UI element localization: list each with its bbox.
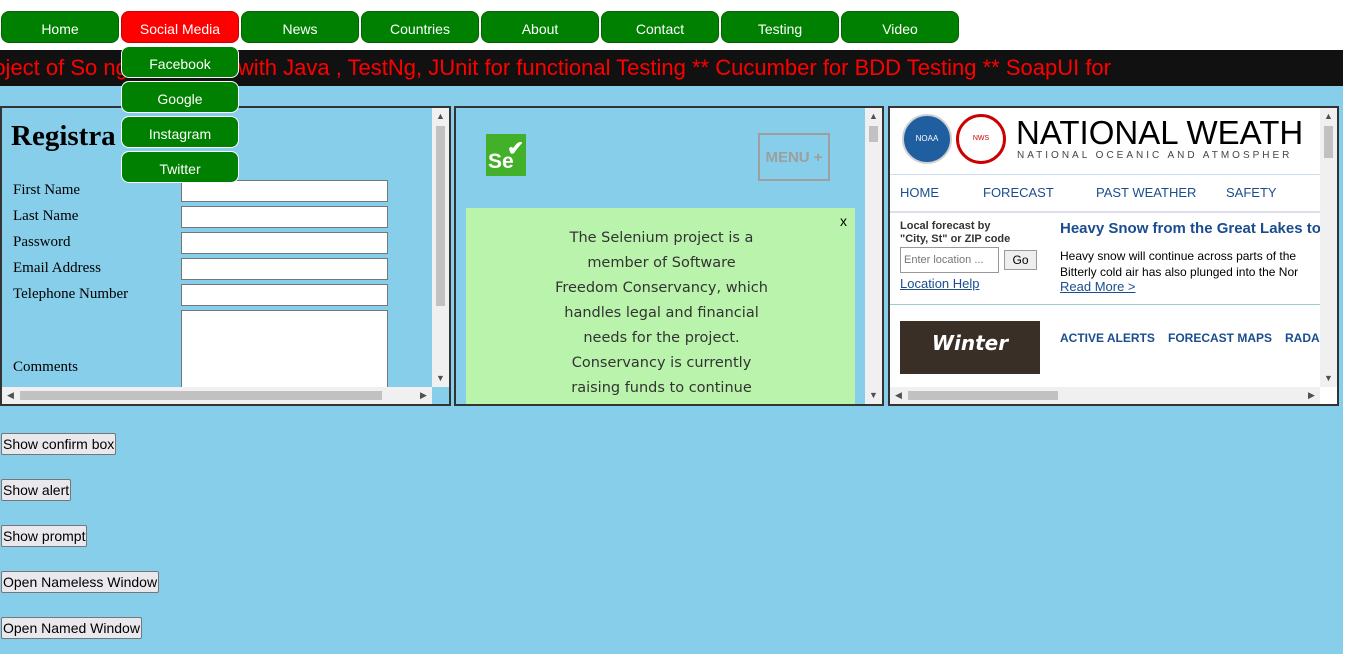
- noaa-logo[interactable]: NOAA: [902, 114, 952, 164]
- open-named-window-button[interactable]: Open Named Window: [1, 617, 142, 639]
- scroll-thumb[interactable]: [20, 391, 382, 400]
- nav-contact[interactable]: Contact: [601, 11, 719, 43]
- scroll-up-icon[interactable]: ▲: [432, 108, 449, 125]
- headline-link[interactable]: Heavy Snow from the Great Lakes to: [1060, 220, 1321, 237]
- selenium-vscroll[interactable]: ▲ ▼: [865, 108, 882, 404]
- registration-vscroll[interactable]: ▲ ▼: [432, 108, 449, 387]
- dropdown-google[interactable]: Google: [121, 81, 239, 113]
- weather-hscroll[interactable]: ◀ ▶: [890, 387, 1320, 404]
- scroll-down-icon[interactable]: ▼: [1320, 370, 1337, 387]
- email-input[interactable]: [181, 258, 388, 280]
- nav-video[interactable]: Video: [841, 11, 959, 43]
- nav-social-media[interactable]: Social Media: [121, 11, 239, 43]
- nav-news[interactable]: News: [241, 11, 359, 43]
- scroll-right-icon[interactable]: ▶: [1303, 387, 1320, 404]
- first-name-label: First Name: [13, 182, 81, 198]
- nws-nav-safety[interactable]: SAFETY: [1226, 185, 1277, 200]
- nav-about[interactable]: About: [481, 11, 599, 43]
- nav-home[interactable]: Home: [1, 11, 119, 43]
- story-line1: Heavy snow will continue across parts of…: [1060, 249, 1297, 263]
- nws-nav-home[interactable]: HOME: [900, 185, 939, 200]
- read-more-link[interactable]: Read More >: [1060, 279, 1136, 294]
- go-button[interactable]: Go: [1004, 250, 1037, 270]
- show-confirm-box-button[interactable]: Show confirm box: [1, 433, 117, 455]
- password-input[interactable]: [181, 232, 388, 254]
- selenium-logo[interactable]: Se ✔: [486, 134, 526, 176]
- scroll-up-icon[interactable]: ▲: [865, 108, 882, 125]
- weather-frame[interactable]: NOAA NWS NATIONAL WEATH NATIONAL OCEANIC…: [888, 106, 1339, 406]
- winter-safety-banner[interactable]: Winter Safety: [900, 321, 1040, 399]
- forecast-maps-link[interactable]: FORECAST MAPS: [1168, 331, 1272, 345]
- comments-label: Comments: [13, 359, 79, 375]
- telephone-label: Telephone Number: [13, 286, 129, 302]
- scroll-down-icon[interactable]: ▼: [432, 370, 449, 387]
- nws-nav-past-weather[interactable]: PAST WEATHER: [1096, 185, 1196, 200]
- nws-subtitle: NATIONAL OCEANIC AND ATMOSPHER: [1017, 150, 1293, 161]
- local-forecast-label: Local forecast by "City, St" or ZIP code: [900, 220, 1010, 246]
- scroll-right-icon[interactable]: ▶: [415, 387, 432, 404]
- scroll-down-icon[interactable]: ▼: [865, 387, 882, 404]
- last-name-input[interactable]: [181, 206, 388, 228]
- nws-nav: HOME FORECAST PAST WEATHER SAFETY: [890, 174, 1322, 213]
- weather-vscroll[interactable]: ▲ ▼: [1320, 108, 1337, 387]
- scroll-thumb[interactable]: [869, 126, 878, 142]
- dropdown-twitter[interactable]: Twitter: [121, 151, 239, 183]
- story-line2: Bitterly cold air has also plunged into …: [1060, 265, 1299, 279]
- dropdown-facebook[interactable]: Facebook: [121, 46, 239, 78]
- nws-title: NATIONAL WEATH: [1016, 114, 1304, 151]
- registration-hscroll[interactable]: ◀ ▶: [2, 387, 432, 404]
- local-forecast-label-line2: "City, St" or ZIP code: [900, 233, 1011, 245]
- scroll-left-icon[interactable]: ◀: [2, 387, 19, 404]
- last-name-label: Last Name: [13, 208, 79, 224]
- scroll-left-icon[interactable]: ◀: [890, 387, 907, 404]
- nws-nav-forecast[interactable]: FORECAST: [983, 185, 1054, 200]
- scroll-thumb[interactable]: [436, 126, 445, 306]
- close-button[interactable]: x: [840, 213, 847, 229]
- scroll-thumb[interactable]: [1324, 126, 1333, 158]
- checkmark-icon: ✔: [507, 138, 524, 160]
- location-help-link[interactable]: Location Help: [900, 276, 980, 291]
- show-alert-button[interactable]: Show alert: [1, 479, 72, 501]
- active-alerts-link[interactable]: ACTIVE ALERTS: [1060, 331, 1155, 345]
- telephone-input[interactable]: [181, 284, 388, 306]
- announcement-box: x The Selenium project is a member of So…: [466, 208, 855, 404]
- selenium-frame[interactable]: Se ✔ MENU + x The Selenium project is a …: [454, 106, 884, 406]
- password-label: Password: [13, 234, 71, 250]
- divider: [890, 304, 1322, 305]
- open-nameless-window-button[interactable]: Open Nameless Window: [1, 571, 160, 593]
- announcement-text: The Selenium project is a member of Soft…: [555, 230, 768, 396]
- location-input[interactable]: Enter location ...: [900, 247, 999, 273]
- show-prompt-button[interactable]: Show prompt: [1, 525, 88, 547]
- nws-logo[interactable]: NWS: [956, 114, 1006, 164]
- social-media-dropdown: Facebook Google Instagram Twitter: [121, 46, 241, 186]
- scroll-thumb[interactable]: [908, 391, 1058, 400]
- story-text: Heavy snow will continue across parts of…: [1060, 248, 1298, 280]
- email-label: Email Address: [13, 260, 101, 276]
- local-forecast-label-line1: Local forecast by: [900, 220, 991, 232]
- menu-button[interactable]: MENU +: [758, 133, 830, 181]
- radar-link[interactable]: RADAI: [1285, 331, 1323, 345]
- nav-countries[interactable]: Countries: [361, 11, 479, 43]
- nav-testing[interactable]: Testing: [721, 11, 839, 43]
- dropdown-instagram[interactable]: Instagram: [121, 116, 239, 148]
- scroll-up-icon[interactable]: ▲: [1320, 108, 1337, 125]
